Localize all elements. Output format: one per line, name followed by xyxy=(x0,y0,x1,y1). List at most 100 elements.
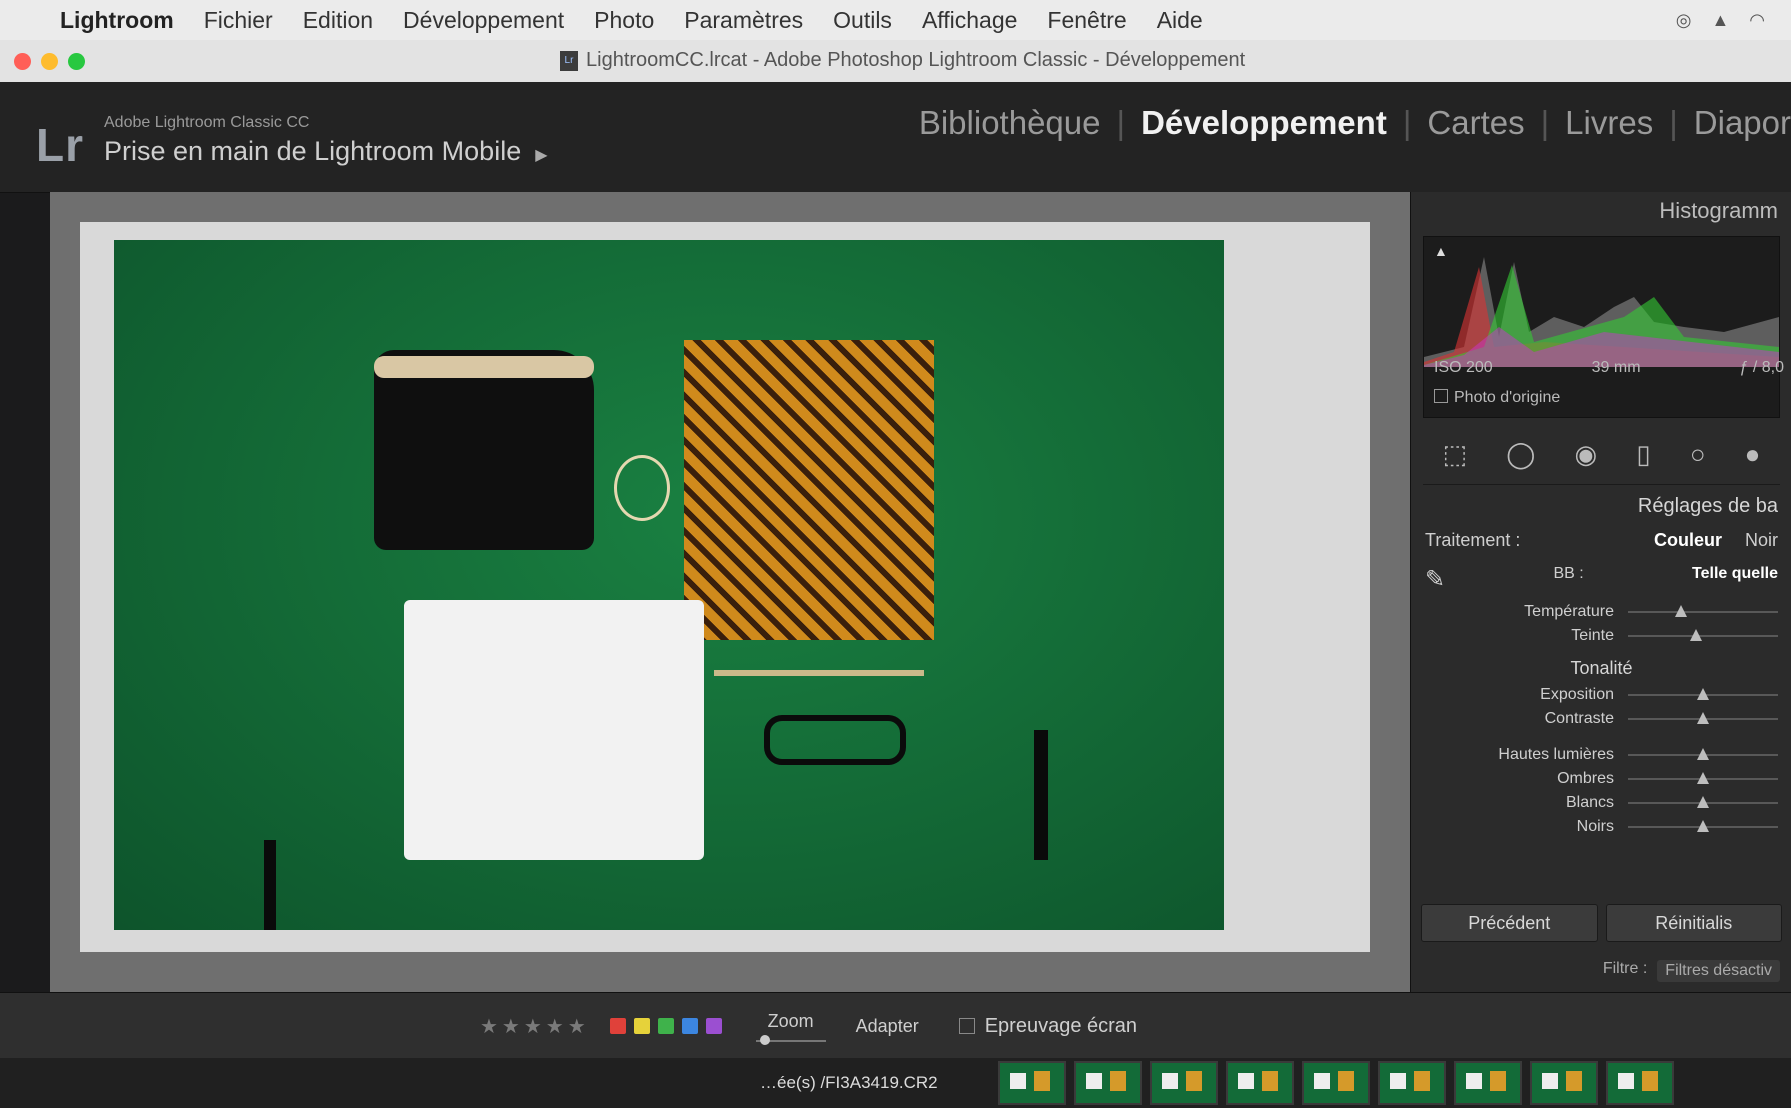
filter-select[interactable]: Filtres désactiv xyxy=(1657,960,1780,982)
menu-affichage[interactable]: Affichage xyxy=(922,7,1017,34)
menu-fenetre[interactable]: Fenêtre xyxy=(1047,7,1126,34)
zoom-control: Zoom xyxy=(755,1010,826,1045)
photo-earrings xyxy=(614,455,670,521)
crop-tool-icon[interactable]: ⬚ xyxy=(1443,439,1468,470)
creative-cloud-icon[interactable]: ◎ xyxy=(1676,10,1692,31)
filmstrip-thumbnail[interactable] xyxy=(1605,1061,1674,1105)
treatment-bw-option[interactable]: Noir xyxy=(1745,530,1778,550)
previous-button[interactable]: Précédent xyxy=(1421,904,1598,942)
module-livres[interactable]: Livres xyxy=(1565,104,1653,142)
slider-track[interactable] xyxy=(1628,748,1778,760)
play-triangle-icon[interactable]: ▶ xyxy=(535,147,547,164)
slider-track[interactable] xyxy=(1628,605,1778,617)
star-rating[interactable]: ★★★★★ xyxy=(480,1014,590,1039)
zoom-slider[interactable] xyxy=(755,1034,826,1045)
spot-removal-icon[interactable]: ◯ xyxy=(1506,439,1535,470)
color-label-red[interactable] xyxy=(609,1018,626,1034)
filmstrip-thumbnail[interactable] xyxy=(1529,1061,1598,1105)
treatment-color-option[interactable]: Couleur xyxy=(1654,530,1722,550)
slider-contrast[interactable]: Contraste xyxy=(1411,707,1791,731)
shadow-clipping-icon[interactable]: ▲ xyxy=(1434,243,1448,259)
filmstrip-thumbnail[interactable] xyxy=(1225,1061,1294,1105)
slider-knob[interactable] xyxy=(1689,629,1702,641)
basic-panel-header[interactable]: Réglages de ba xyxy=(1411,491,1791,522)
photo-boot xyxy=(374,350,594,550)
red-eye-icon[interactable]: ◉ xyxy=(1575,439,1598,470)
slider-knob[interactable] xyxy=(1697,688,1709,700)
menu-photo[interactable]: Photo xyxy=(594,7,654,34)
catalog-info[interactable]: Adobe Lightroom Classic CC Prise en main… xyxy=(104,114,548,167)
filmstrip-thumbnail[interactable] xyxy=(1301,1061,1370,1105)
slider-knob[interactable] xyxy=(1697,796,1709,808)
catalog-file-icon: Lr xyxy=(560,50,578,71)
slider-knob[interactable] xyxy=(1697,748,1709,760)
zoom-slider-knob[interactable] xyxy=(759,1034,770,1045)
graduated-filter-icon[interactable]: ▯ xyxy=(1636,439,1650,470)
status-icons: ◎ ▲ ◠ xyxy=(1676,10,1765,31)
slider-highlights[interactable]: Hautes lumières xyxy=(1411,743,1791,767)
soft-proofing-toggle[interactable]: Epreuvage écran xyxy=(958,1015,1137,1038)
slider-temperature[interactable]: Température xyxy=(1411,600,1791,624)
module-developpement[interactable]: Développement xyxy=(1141,104,1387,142)
slider-track[interactable] xyxy=(1628,772,1778,784)
module-diaporama[interactable]: Diapor xyxy=(1694,104,1791,142)
notification-icon[interactable]: ▲ xyxy=(1711,10,1729,31)
loupe-work-area[interactable] xyxy=(50,192,1410,992)
eyedropper-icon[interactable]: ✎ xyxy=(1425,565,1445,594)
slider-track[interactable] xyxy=(1628,820,1778,832)
slider-track[interactable] xyxy=(1628,629,1778,641)
zoom-label: Zoom xyxy=(767,1010,814,1031)
slider-shadows[interactable]: Ombres xyxy=(1411,767,1791,791)
color-label-yellow[interactable] xyxy=(633,1018,650,1034)
soft-proofing-checkbox[interactable] xyxy=(958,1018,975,1034)
wifi-icon[interactable]: ◠ xyxy=(1749,10,1765,31)
filmstrip-thumbnail[interactable] xyxy=(1453,1061,1522,1105)
original-photo-toggle[interactable]: Photo d'origine xyxy=(1434,389,1560,407)
original-photo-checkbox[interactable] xyxy=(1434,389,1448,403)
slider-whites[interactable]: Blancs xyxy=(1411,791,1791,815)
slider-track[interactable] xyxy=(1628,688,1778,700)
slider-knob[interactable] xyxy=(1697,712,1709,724)
white-balance-row: ✎ BB : Telle quelle xyxy=(1411,559,1791,600)
slider-track[interactable] xyxy=(1628,796,1778,808)
slider-blacks[interactable]: Noirs xyxy=(1411,815,1791,839)
photo-preview[interactable] xyxy=(114,240,1224,930)
filmstrip-thumbnail[interactable] xyxy=(997,1061,1066,1105)
histogram-panel-header[interactable]: Histogramm xyxy=(1411,192,1791,228)
close-window-button[interactable] xyxy=(14,52,31,70)
slider-exposure[interactable]: Exposition xyxy=(1411,683,1791,707)
menu-developpement[interactable]: Développement xyxy=(403,7,564,34)
menu-parametres[interactable]: Paramètres xyxy=(684,7,803,34)
reset-button[interactable]: Réinitialis xyxy=(1605,904,1782,942)
radial-filter-icon[interactable]: ○ xyxy=(1690,439,1706,470)
filmstrip-thumbnail[interactable] xyxy=(1377,1061,1446,1105)
photo-necklace xyxy=(714,670,924,676)
fit-zoom-button[interactable]: Adapter xyxy=(856,1016,919,1037)
minimize-window-button[interactable] xyxy=(41,52,58,70)
menu-fichier[interactable]: Fichier xyxy=(204,7,273,34)
menu-app-name[interactable]: Lightroom xyxy=(60,7,174,34)
wb-mode-select[interactable]: Telle quelle xyxy=(1692,565,1778,594)
treatment-options: Couleur Noir xyxy=(1636,530,1778,551)
slider-tint[interactable]: Teinte xyxy=(1411,624,1791,648)
image-frame xyxy=(80,222,1370,952)
slider-knob[interactable] xyxy=(1697,772,1709,784)
filmstrip-thumbnail[interactable] xyxy=(1149,1061,1218,1105)
filmstrip-thumbnail[interactable] xyxy=(1073,1061,1142,1105)
color-label-purple[interactable] xyxy=(705,1018,722,1034)
window-controls xyxy=(14,52,85,70)
zoom-window-button[interactable] xyxy=(68,52,85,70)
color-label-green[interactable] xyxy=(657,1018,674,1034)
slider-knob[interactable] xyxy=(1697,820,1709,832)
color-label-blue[interactable] xyxy=(681,1018,698,1034)
module-bibliotheque[interactable]: Bibliothèque xyxy=(919,104,1101,142)
slider-knob[interactable] xyxy=(1674,605,1687,617)
adjustment-brush-icon[interactable]: ● xyxy=(1745,439,1761,470)
slider-label: Exposition xyxy=(1540,686,1614,703)
menu-edition[interactable]: Edition xyxy=(303,7,373,34)
slider-track[interactable] xyxy=(1628,712,1778,724)
menu-outils[interactable]: Outils xyxy=(833,7,892,34)
module-cartes[interactable]: Cartes xyxy=(1427,104,1524,142)
menu-aide[interactable]: Aide xyxy=(1157,7,1203,34)
